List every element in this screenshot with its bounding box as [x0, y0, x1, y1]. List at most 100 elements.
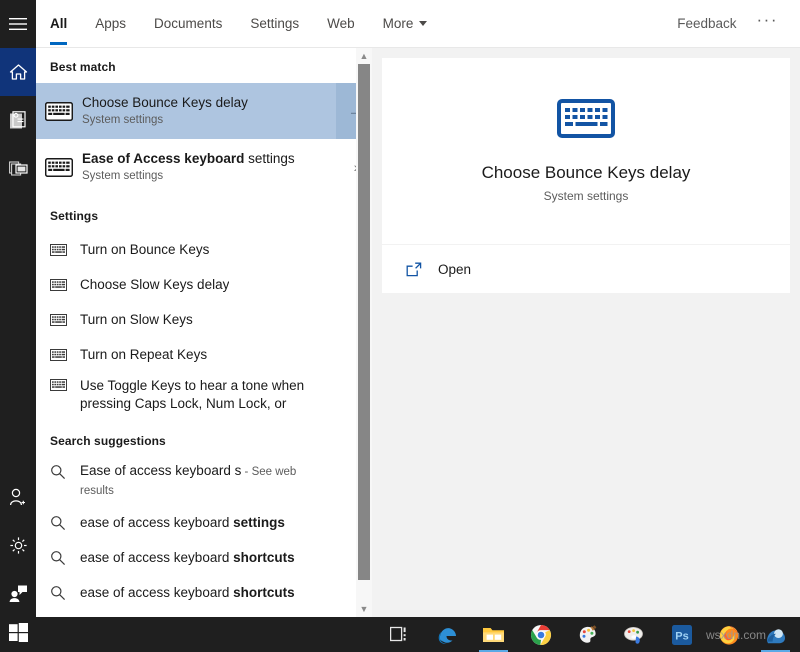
- start-menu-search-window: All Apps Documents Settings Web More Fee…: [0, 0, 800, 652]
- suggestion-item[interactable]: Ease of access keyboard s - See web resu…: [36, 457, 376, 505]
- keyboard-icon: [36, 102, 82, 121]
- search-icon: [50, 515, 72, 531]
- suggestion-text: Ease of access keyboard s - See web resu…: [80, 462, 330, 500]
- pictures-icon: [9, 159, 28, 177]
- tab-apps-label: Apps: [95, 16, 126, 31]
- result-title-bold: Ease of Access keyboard: [82, 151, 244, 166]
- tab-active-underline: [50, 42, 67, 45]
- list-item[interactable]: Choose Slow Keys delay ›: [36, 267, 376, 302]
- group-header-best-match: Best match: [36, 48, 376, 83]
- keyboard-small-icon: [50, 314, 72, 326]
- list-item[interactable]: Use Toggle Keys to hear a tone when pres…: [36, 372, 376, 420]
- result-ease-of-access-keyboard-settings[interactable]: Ease of Access keyboard settings System …: [36, 139, 376, 195]
- hamburger-icon: [9, 17, 27, 31]
- keyboard-small-icon: [50, 279, 72, 291]
- left-navigation-rail: [0, 0, 36, 617]
- suggestion-highlight: shortcuts: [233, 550, 295, 565]
- edge-icon[interactable]: [423, 617, 470, 652]
- list-item[interactable]: Turn on Repeat Keys ›: [36, 337, 376, 372]
- task-view-icon[interactable]: [376, 617, 423, 652]
- suggestion-highlight: settings: [233, 515, 285, 530]
- sidebar-item-home[interactable]: [0, 48, 36, 96]
- tab-documents-label: Documents: [154, 16, 222, 31]
- hamburger-menu-button[interactable]: [0, 0, 36, 48]
- sidebar-item-settings[interactable]: [0, 521, 36, 569]
- scroll-down-icon[interactable]: ▼: [356, 601, 372, 617]
- list-item-label: Turn on Bounce Keys: [80, 242, 209, 257]
- suggestion-item[interactable]: ease of access keyboard shortcuts ›: [36, 540, 376, 575]
- result-title: Choose Bounce Keys delay: [82, 94, 248, 111]
- open-external-icon: [406, 262, 426, 277]
- sidebar-item-account[interactable]: [0, 473, 36, 521]
- group-header-settings: Settings: [36, 195, 376, 232]
- group-header-search-suggestions: Search suggestions: [36, 420, 376, 457]
- tab-documents[interactable]: Documents: [140, 0, 236, 48]
- preview-action-open[interactable]: Open: [382, 245, 790, 293]
- gear-icon: [9, 536, 28, 555]
- windows-logo-icon: [9, 623, 28, 647]
- taskbar-app-list: Ps: [376, 617, 799, 652]
- rail-bottom-group: [0, 473, 36, 617]
- suggestion-item[interactable]: ease of access keyboard shortcuts ›: [36, 575, 376, 610]
- suggestion-query: ease of access keyboard: [80, 585, 233, 600]
- home-icon: [9, 63, 28, 81]
- result-text-block: Choose Bounce Keys delay System settings: [82, 94, 248, 128]
- tab-web-label: Web: [327, 16, 355, 31]
- tab-settings[interactable]: Settings: [236, 0, 313, 48]
- tab-web[interactable]: Web: [313, 0, 369, 48]
- search-icon: [50, 585, 72, 601]
- tab-more[interactable]: More: [369, 0, 442, 48]
- suggestion-query: ease of access keyboard: [80, 550, 233, 565]
- keyboard-small-icon: [50, 379, 72, 391]
- list-item-label: Choose Slow Keys delay: [80, 277, 229, 292]
- app-icon[interactable]: [752, 617, 799, 652]
- list-item-label: Turn on Slow Keys: [80, 312, 193, 327]
- sidebar-item-documents[interactable]: [0, 96, 36, 144]
- result-subtitle: System settings: [82, 112, 248, 128]
- result-choose-bounce-keys-delay[interactable]: Choose Bounce Keys delay System settings…: [36, 83, 376, 139]
- chrome-icon[interactable]: [517, 617, 564, 652]
- person-add-icon: [9, 488, 27, 507]
- sidebar-item-pictures[interactable]: [0, 144, 36, 192]
- keyboard-icon: [36, 158, 82, 177]
- more-options-icon[interactable]: ···: [751, 15, 784, 33]
- start-button[interactable]: [0, 617, 36, 652]
- list-item-label: Turn on Repeat Keys: [80, 347, 207, 362]
- paint3d-icon[interactable]: [564, 617, 611, 652]
- preview-card: Choose Bounce Keys delay System settings: [382, 58, 790, 244]
- sidebar-item-feedback[interactable]: [0, 569, 36, 617]
- keyboard-large-icon: [557, 99, 615, 143]
- result-title: Ease of Access keyboard settings: [82, 150, 295, 167]
- list-item[interactable]: Turn on Slow Keys ›: [36, 302, 376, 337]
- search-icon: [50, 464, 72, 480]
- preview-pane: Choose Bounce Keys delay System settings…: [372, 48, 800, 617]
- suggestion-highlight: shortcuts: [233, 585, 295, 600]
- tab-more-label: More: [383, 16, 414, 31]
- suggestion-text: ease of access keyboard shortcuts: [80, 585, 295, 600]
- preview-subtitle: System settings: [544, 189, 629, 203]
- suggestion-query: Ease of access keyboard s: [80, 463, 241, 478]
- photoshop-icon[interactable]: Ps: [658, 617, 705, 652]
- search-icon: [50, 550, 72, 566]
- tab-apps[interactable]: Apps: [81, 0, 140, 48]
- paint-icon[interactable]: [611, 617, 658, 652]
- tab-all-label: All: [50, 16, 67, 31]
- taskbar: Ps: [0, 617, 800, 652]
- chevron-down-icon: [419, 21, 427, 26]
- feedback-button[interactable]: Feedback: [663, 16, 750, 31]
- list-item[interactable]: Turn on Bounce Keys ›: [36, 232, 376, 267]
- suggestion-item[interactable]: ease of access keyboard settings ›: [36, 505, 376, 540]
- file-explorer-icon[interactable]: [470, 617, 517, 652]
- scrollbar-thumb[interactable]: [358, 64, 370, 580]
- suggestion-text: ease of access keyboard shortcuts: [80, 550, 295, 565]
- suggestion-query: ease of access keyboard: [80, 515, 233, 530]
- scroll-up-icon[interactable]: ▲: [356, 48, 372, 64]
- results-scrollbar[interactable]: ▲ ▼: [356, 48, 372, 617]
- firefox-icon[interactable]: [705, 617, 752, 652]
- result-text-block: Ease of Access keyboard settings System …: [82, 150, 295, 184]
- suggestion-text: ease of access keyboard settings: [80, 515, 285, 530]
- rail-top-group: [0, 0, 36, 192]
- search-results-pane: Best match: [36, 48, 376, 617]
- person-feedback-icon: [8, 584, 28, 603]
- tab-all[interactable]: All: [36, 0, 81, 48]
